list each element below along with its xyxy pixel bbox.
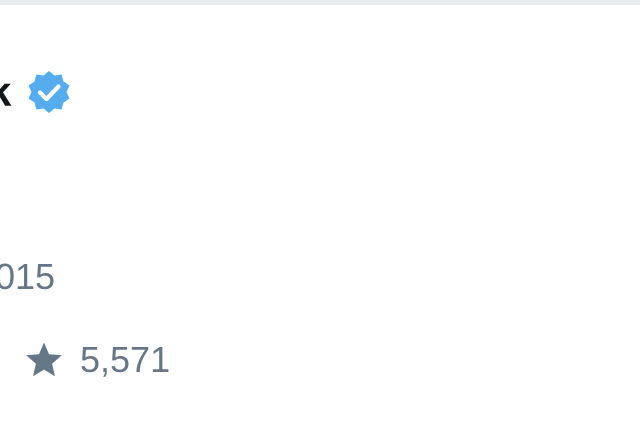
likes-stat[interactable]: 5,571 bbox=[24, 335, 170, 385]
joined-date: 015 bbox=[0, 256, 56, 297]
display-name[interactable]: k bbox=[0, 68, 11, 116]
star-icon bbox=[24, 340, 64, 380]
verified-badge-icon bbox=[25, 68, 73, 116]
likes-count: 5,571 bbox=[80, 339, 171, 380]
top-divider bbox=[0, 0, 640, 5]
profile-card: k k 015 5,571 bbox=[0, 0, 640, 427]
profile-name-row: k bbox=[0, 62, 73, 122]
